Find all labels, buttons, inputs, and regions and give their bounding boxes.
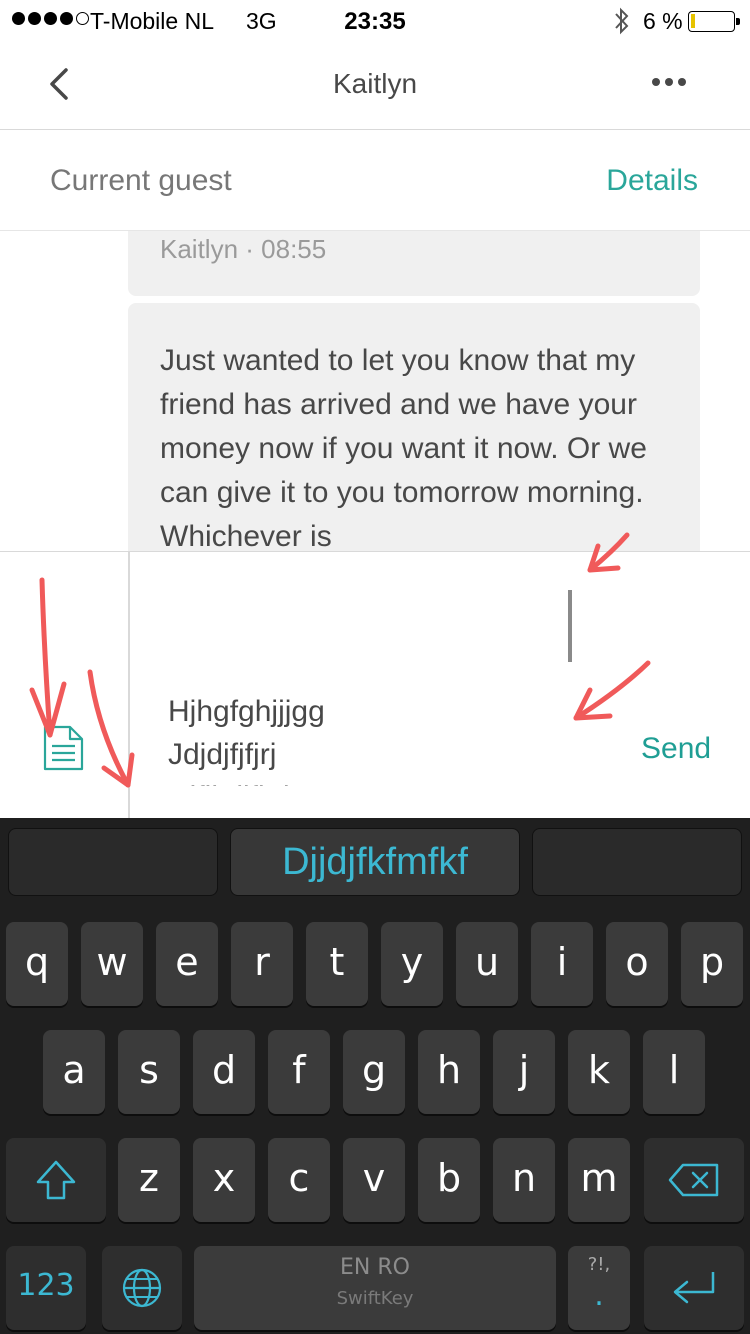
suggestion-right[interactable] [532,828,742,896]
key-a[interactable]: a [43,1030,105,1114]
backspace-icon [668,1163,719,1197]
key-o[interactable]: o [606,922,668,1006]
key-b[interactable]: b [418,1138,480,1222]
message-bubble: Just wanted to let you know that my frie… [128,303,700,551]
key-e[interactable]: e [156,922,218,1006]
shift-key[interactable] [6,1138,106,1222]
message-bubble: Kaitlyn · 08:55 [128,231,700,296]
punctuation-key[interactable]: ?!, . [568,1246,630,1330]
message-meta: Kaitlyn · 08:55 [160,234,327,264]
key-r[interactable]: r [231,922,293,1006]
divider [128,552,130,819]
globe-icon [122,1268,162,1308]
message-input[interactable]: Hjhgfghjjjgg Jdjdjfjfjrj Djfjkdjfkdm [168,690,468,786]
clock: 23:35 [344,8,406,35]
message-composer: Hjhgfghjjjgg Jdjdjfjfjrj Djfjkdjfkdm Sen… [0,551,750,819]
bluetooth-icon [615,7,629,35]
key-s[interactable]: s [118,1030,180,1114]
space-key[interactable]: EN RO SwiftKey [194,1246,556,1330]
key-u[interactable]: u [456,922,518,1006]
conversation-title: Kaitlyn [332,68,418,99]
current-guest-label: Current guest [50,164,232,197]
key-k[interactable]: k [568,1030,630,1114]
return-icon [673,1272,715,1304]
key-t[interactable]: t [306,922,368,1006]
numbers-key[interactable]: 123 [6,1246,86,1330]
key-c[interactable]: c [268,1138,330,1222]
message-text: Just wanted to let you know that my frie… [160,344,647,551]
status-bar: T-Mobile NL 3G 23:35 6 % [0,0,750,42]
message-thread[interactable]: Kaitlyn · 08:55 Just wanted to let you k… [0,231,750,551]
shift-icon [36,1160,76,1200]
language-key[interactable] [102,1246,182,1330]
navigation-bar: Kaitlyn [0,42,750,130]
key-g[interactable]: g [343,1030,405,1114]
punctuation-alternates: ?!, [587,1254,611,1275]
key-y[interactable]: y [381,922,443,1006]
suggestion-middle[interactable]: Djjdjfkfmfkf [230,828,520,896]
key-p[interactable]: p [681,922,743,1006]
return-key[interactable] [644,1246,744,1330]
key-j[interactable]: j [493,1030,555,1114]
battery-icon [688,11,740,32]
more-dots-icon[interactable] [652,78,686,86]
guest-bar: Current guest Details [0,131,750,231]
key-v[interactable]: v [343,1138,405,1222]
backspace-key[interactable] [644,1138,744,1222]
key-i[interactable]: i [531,922,593,1006]
battery-percent: 6 % [643,8,683,34]
key-m[interactable]: m [568,1138,630,1222]
key-d[interactable]: d [193,1030,255,1114]
template-document-icon[interactable] [42,724,86,772]
space-language: EN RO [340,1255,410,1280]
key-h[interactable]: h [418,1030,480,1114]
key-n[interactable]: n [493,1138,555,1222]
suggestion-left[interactable] [8,828,218,896]
key-q[interactable]: q [6,922,68,1006]
text-caret [568,590,572,662]
key-f[interactable]: f [268,1030,330,1114]
swiftkey-brand: SwiftKey [336,1288,414,1309]
key-w[interactable]: w [81,922,143,1006]
keyboard: Djjdjfkfmfkf q w e r t y u i o p a s d f… [0,818,750,1334]
send-button[interactable]: Send [641,732,711,766]
period-label: . [594,1278,604,1313]
key-x[interactable]: x [193,1138,255,1222]
key-l[interactable]: l [643,1030,705,1114]
key-z[interactable]: z [118,1138,180,1222]
details-link[interactable]: Details [606,164,698,198]
